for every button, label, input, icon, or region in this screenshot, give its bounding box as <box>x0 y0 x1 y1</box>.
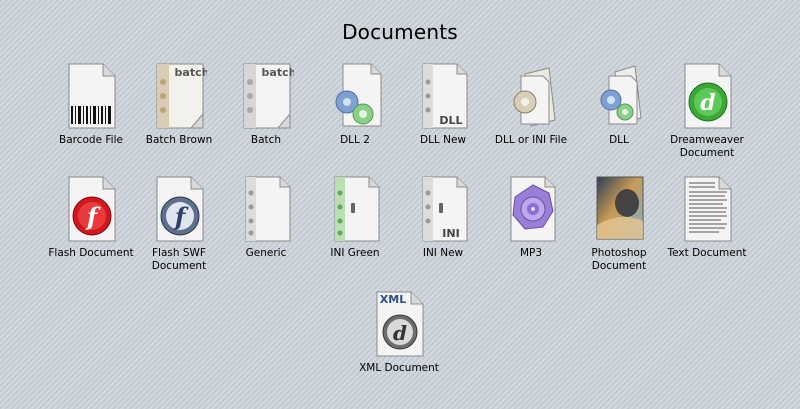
icon-label: XML Document <box>359 362 439 374</box>
dll-icon <box>600 65 642 125</box>
svg-text:d: d <box>700 90 715 116</box>
icon-label: DLL <box>609 134 629 146</box>
icon-item-flash-swf[interactable]: f Flash SWF Document <box>133 175 225 273</box>
icon-item-text-document[interactable]: Text Document <box>661 175 753 260</box>
icon-item-barcode-file[interactable]: Barcode File <box>45 62 137 147</box>
icon-label: Generic <box>245 247 287 259</box>
icon-label: Batch Brown <box>145 134 213 146</box>
flash-document-icon: f <box>68 176 116 242</box>
dreamweaver-icon: d <box>684 63 732 129</box>
mp3-icon <box>510 176 556 242</box>
batch-icon: batch <box>243 63 294 129</box>
icon-item-dll-new[interactable]: DLL DLL New <box>397 62 489 147</box>
icon-label: Photoshop Document <box>591 247 647 272</box>
barcode-file-icon <box>68 63 116 129</box>
flash-swf-icon: f <box>156 176 204 242</box>
text-document-icon <box>684 176 732 242</box>
icon-item-dll-2[interactable]: DLL 2 <box>309 62 401 147</box>
icon-item-batch[interactable]: batch Batch <box>220 62 312 147</box>
icon-grid: Barcode File batch Batch Brown batch Bat… <box>0 0 800 409</box>
icon-label: MP3 <box>519 247 543 259</box>
icon-label: DLL or INI File <box>494 134 568 146</box>
icon-label: DLL New <box>419 134 467 146</box>
icon-label: Flash Document <box>48 247 134 259</box>
icon-label: Dreamweaver Document <box>670 134 744 159</box>
dll2-icon <box>335 63 382 127</box>
xml-badge-text: XML <box>380 293 406 306</box>
svg-text:d: d <box>393 321 407 345</box>
ini-new-icon: INI <box>422 176 468 242</box>
icon-item-flash-document[interactable]: f Flash Document <box>45 175 137 260</box>
ini-green-icon <box>334 176 380 242</box>
xml-document-icon: XML d <box>376 291 424 357</box>
icon-label: Batch <box>250 134 282 146</box>
generic-icon <box>245 176 291 242</box>
ini-badge-text: INI <box>442 227 459 240</box>
batch-badge-text: batch <box>175 66 207 79</box>
icon-item-photoshop[interactable]: Photoshop Document <box>573 175 665 273</box>
icon-item-generic[interactable]: Generic <box>220 175 312 260</box>
icon-item-ini-green[interactable]: INI Green <box>309 175 401 260</box>
icon-label: INI Green <box>330 247 380 259</box>
icon-label: INI New <box>422 247 464 259</box>
batch-brown-icon: batch <box>156 63 207 129</box>
icon-item-mp3[interactable]: MP3 <box>485 175 577 260</box>
dll-badge-text: DLL <box>439 114 462 127</box>
batch-badge-text: batch <box>262 66 294 79</box>
dll-new-icon: DLL <box>422 63 468 129</box>
icon-item-xml-document[interactable]: XML d XML Document <box>353 290 445 375</box>
icon-item-dll[interactable]: DLL <box>573 62 665 147</box>
icon-label: Text Document <box>667 247 747 259</box>
icon-item-dreamweaver[interactable]: d Dreamweaver Document <box>661 62 753 160</box>
dll-or-ini-icon <box>513 67 556 127</box>
photoshop-icon <box>596 176 644 240</box>
icon-item-ini-new[interactable]: INI INI New <box>397 175 489 260</box>
icon-item-dll-or-ini[interactable]: DLL or INI File <box>485 62 577 147</box>
icon-item-batch-brown[interactable]: batch Batch Brown <box>133 62 225 147</box>
icon-label: DLL 2 <box>340 134 370 146</box>
icon-label: Barcode File <box>59 134 123 146</box>
icon-label: Flash SWF Document <box>151 247 207 272</box>
